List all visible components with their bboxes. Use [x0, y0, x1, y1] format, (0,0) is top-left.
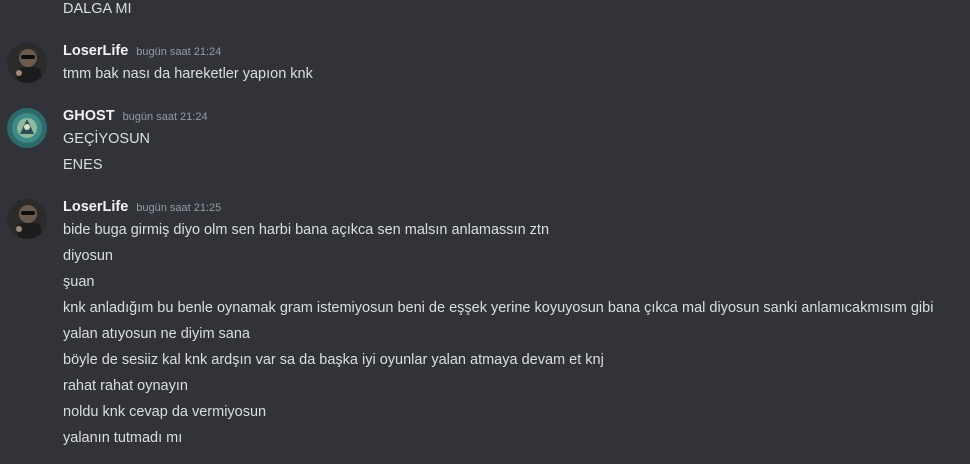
message-line: böyle de sesiiz kal knk ardşın var sa da…	[63, 352, 604, 368]
message-line: knk anladığım bu benle oynamak gram iste…	[63, 300, 934, 316]
message-line: GEÇİYOSUN	[63, 131, 151, 147]
message-header: LoserLife bugün saat 21:25	[63, 199, 221, 219]
teal-emblem-avatar[interactable]	[7, 108, 47, 148]
username[interactable]: LoserLife	[63, 43, 128, 59]
message-line: bide buga girmiş diyo olm sen harbi bana…	[63, 222, 550, 238]
message-timestamp[interactable]: bugün saat 21:24	[123, 111, 208, 123]
message-line: yalanın tutmadı mı	[63, 430, 183, 446]
dark-portrait-avatar[interactable]	[7, 43, 47, 83]
message-timestamp[interactable]: bugün saat 21:24	[136, 46, 221, 58]
message-line: tmm bak nası da hareketler yapıon knk	[63, 66, 313, 82]
message-line: DALGA MI	[63, 1, 132, 17]
username[interactable]: GHOST	[63, 108, 115, 124]
chat-message-list: DALGA MI LoserLife bugün saat 21:24 tmm …	[0, 0, 970, 464]
dark-portrait-avatar[interactable]	[7, 199, 47, 239]
message-line: diyosun	[63, 248, 113, 264]
message-header: LoserLife bugün saat 21:24	[63, 43, 221, 63]
message-header: GHOST bugün saat 21:24	[63, 108, 208, 128]
message-timestamp[interactable]: bugün saat 21:25	[136, 202, 221, 214]
message-line: rahat rahat oynayın	[63, 378, 188, 394]
message-line: şuan	[63, 274, 95, 290]
message-line: yalan atıyosun ne diyim sana	[63, 326, 250, 342]
username[interactable]: LoserLife	[63, 199, 128, 215]
message-line: noldu knk cevap da vermiyosun	[63, 404, 267, 420]
message-line: ENES	[63, 157, 103, 173]
